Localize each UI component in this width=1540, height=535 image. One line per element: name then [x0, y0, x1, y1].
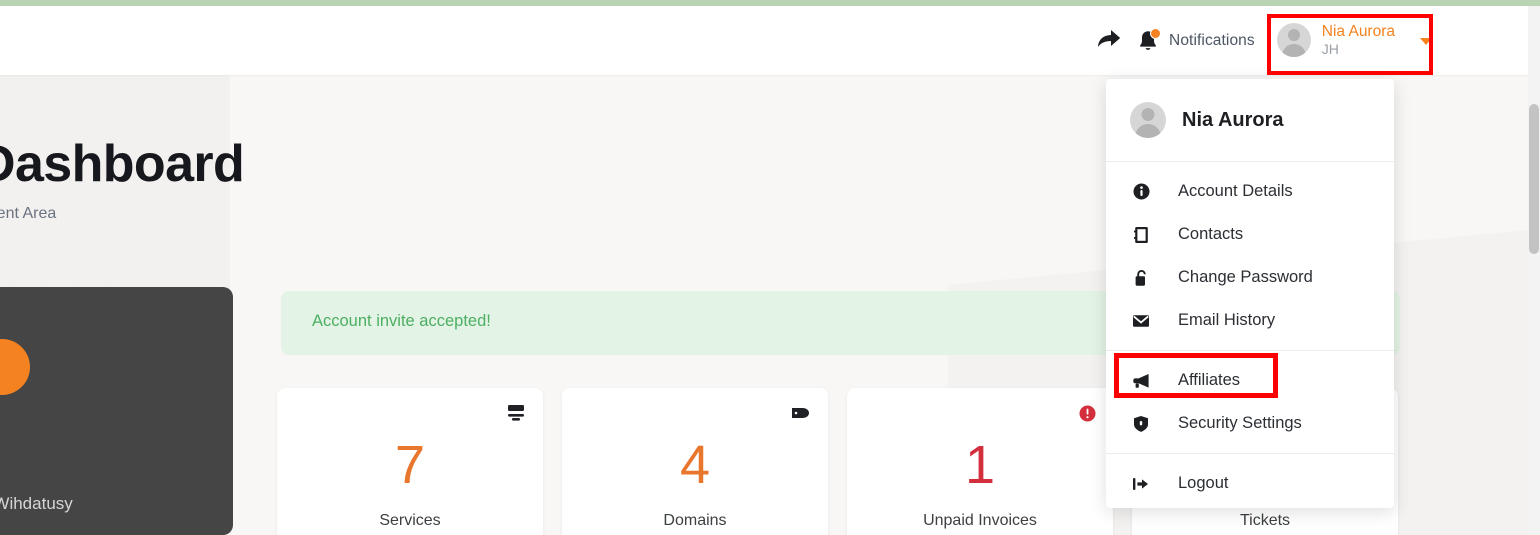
- envelope-icon: [1132, 312, 1150, 330]
- stat-card-services[interactable]: 7 Services: [277, 388, 543, 535]
- header-actions: Notifications Nia Aurora JH: [1087, 6, 1432, 75]
- stat-value: 4: [679, 435, 711, 495]
- stat-card-domains[interactable]: 4 Domains: [562, 388, 828, 535]
- alert-circle-icon: [1074, 403, 1096, 423]
- share-forward-icon: [1096, 27, 1122, 54]
- page-subtitle: Client Area: [0, 205, 57, 222]
- menu-item-label: Account Details: [1178, 182, 1293, 200]
- address-book-icon: [1132, 226, 1150, 244]
- header-shadow: [0, 75, 1528, 77]
- lock-icon: [1132, 269, 1150, 287]
- menu-item-label: Change Password: [1178, 268, 1313, 286]
- menu-item-affiliates[interactable]: Affiliates: [1106, 359, 1394, 402]
- caret-down-icon: [1420, 37, 1432, 45]
- user-avatar-icon: [1276, 23, 1311, 58]
- page-scrollbar-track[interactable]: [1528, 6, 1540, 535]
- menu-item-email-history[interactable]: Email History: [1106, 299, 1394, 342]
- menu-item-change-password[interactable]: Change Password: [1106, 256, 1394, 299]
- stat-card-unpaid-invoices[interactable]: 1 Unpaid Invoices: [847, 388, 1113, 535]
- notifications-button[interactable]: Notifications: [1131, 27, 1263, 53]
- stat-label: Tickets: [1239, 512, 1291, 529]
- notification-badge-dot: [1150, 27, 1162, 39]
- stat-value: 1: [964, 435, 996, 495]
- menu-item-label: Contacts: [1178, 225, 1244, 243]
- notifications-label: Notifications: [1169, 31, 1255, 49]
- share-forward-button[interactable]: [1087, 21, 1131, 61]
- menu-item-label: Security Settings: [1178, 414, 1302, 432]
- user-avatar-icon: [1130, 102, 1166, 138]
- stat-value: 7: [394, 435, 426, 495]
- menu-item-account-details[interactable]: Account Details: [1106, 170, 1394, 213]
- server-icon: [504, 403, 526, 423]
- stat-label: Domains: [663, 512, 727, 529]
- dropdown-group-session: Logout: [1106, 453, 1394, 513]
- dropdown-group-account: Account Details Contacts Change Password…: [1106, 162, 1394, 350]
- user-menu-text: Nia Aurora JH: [1320, 23, 1395, 59]
- top-header-bar: Notifications Nia Aurora JH: [0, 6, 1528, 75]
- stat-label: Unpaid Invoices: [923, 512, 1037, 529]
- menu-item-label: Affiliates: [1178, 371, 1241, 389]
- info-circle-icon: [1132, 183, 1150, 201]
- menu-item-contacts[interactable]: Contacts: [1106, 213, 1394, 256]
- page-title: Dashboard: [0, 135, 245, 193]
- user-menu-name: Nia Aurora: [1321, 22, 1395, 40]
- success-alert-text: Account invite accepted!: [312, 312, 491, 330]
- bell-icon: [1137, 27, 1162, 53]
- menu-item-logout[interactable]: Logout: [1106, 462, 1394, 505]
- tag-icon: [789, 403, 811, 423]
- stat-label: Services: [379, 512, 441, 529]
- menu-item-label: Email History: [1178, 311, 1276, 329]
- user-menu-subtext: JH: [1321, 41, 1339, 58]
- menu-item-label: Logout: [1178, 474, 1229, 492]
- page-scrollbar-thumb[interactable]: [1529, 104, 1539, 254]
- dropdown-header: Nia Aurora: [1106, 79, 1394, 162]
- user-dropdown-menu: Nia Aurora Account Details Contacts Chan…: [1106, 79, 1394, 508]
- menu-item-security-settings[interactable]: Security Settings: [1106, 402, 1394, 445]
- megaphone-icon: [1132, 372, 1150, 390]
- dropdown-user-name: Nia Aurora: [1182, 108, 1284, 131]
- profile-card-name: nia Wihdatusy: [0, 494, 73, 513]
- shield-icon: [1132, 415, 1150, 433]
- logout-icon: [1132, 475, 1150, 493]
- user-menu-toggle[interactable]: Nia Aurora JH: [1263, 23, 1432, 59]
- dropdown-group-services: Affiliates Security Settings: [1106, 350, 1394, 453]
